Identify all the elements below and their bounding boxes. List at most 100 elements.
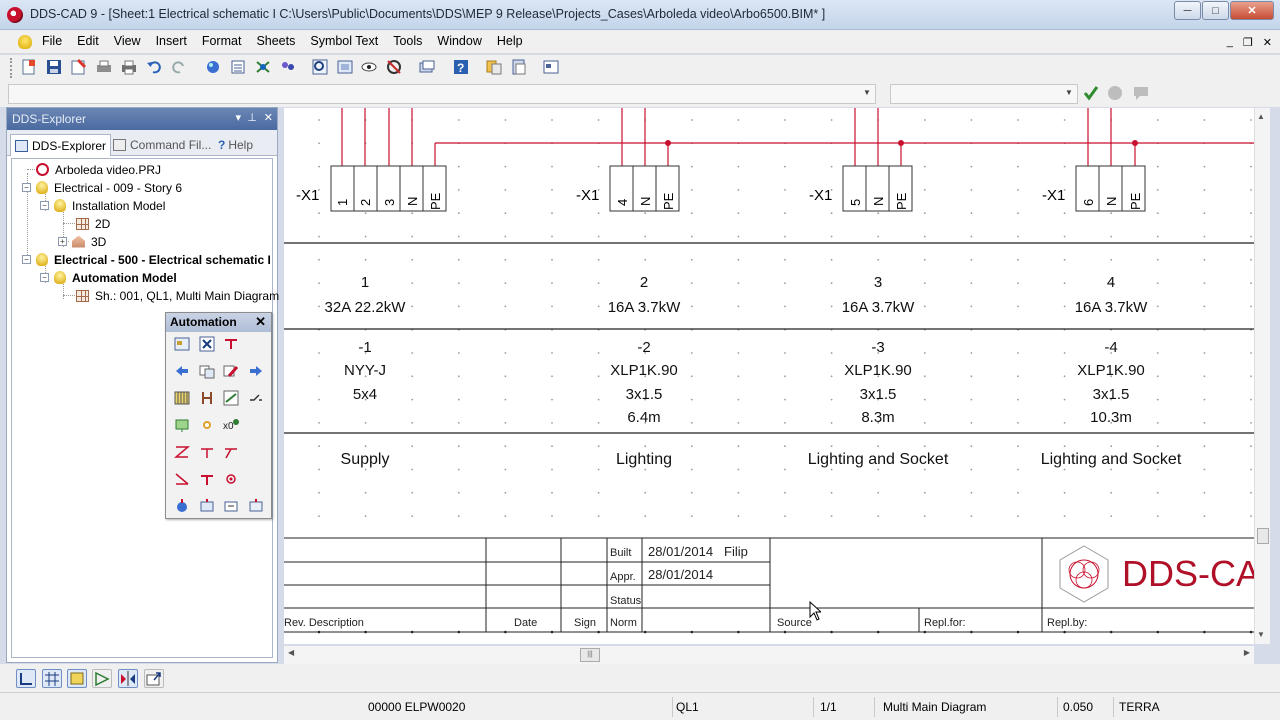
save-icon[interactable]	[45, 58, 63, 76]
close-button[interactable]: ✕	[1230, 1, 1274, 20]
collapse-icon[interactable]: −	[22, 183, 31, 192]
circuit-icon[interactable]	[223, 390, 239, 406]
layer-toggle-icon[interactable]	[67, 669, 87, 688]
scroll-up-icon[interactable]: ▲	[1257, 112, 1265, 121]
copy-icon[interactable]	[485, 58, 503, 76]
print-preview-icon[interactable]	[95, 58, 113, 76]
symbol-toggle-icon[interactable]	[92, 669, 112, 688]
doc-minimize-button[interactable]: _	[1227, 36, 1233, 49]
pin-icon[interactable]: ⊥	[247, 111, 257, 124]
tab-help[interactable]: ? Help	[214, 134, 257, 156]
layers-icon[interactable]	[418, 58, 436, 76]
component-blue-icon[interactable]	[174, 498, 190, 514]
ortho-icon[interactable]	[16, 669, 36, 688]
app-icon[interactable]	[7, 7, 23, 23]
mirror-icon[interactable]	[118, 669, 138, 688]
confirm-check-icon[interactable]	[1082, 84, 1100, 102]
print-icon[interactable]	[120, 58, 138, 76]
scroll-down-icon[interactable]: ▼	[1257, 630, 1265, 639]
panel-close-icon[interactable]: ✕	[264, 111, 273, 124]
tree-item-electrical-009[interactable]: − Electrical - 009 - Story 6	[22, 179, 182, 196]
scroll-right-icon[interactable]: ▶	[1244, 648, 1250, 657]
snap-icon[interactable]	[385, 58, 403, 76]
save-as-icon[interactable]	[69, 58, 87, 76]
grid-snap-icon[interactable]	[42, 669, 62, 688]
wire-branch-icon[interactable]	[223, 444, 239, 460]
zoom-window-icon[interactable]	[311, 58, 329, 76]
paste-icon[interactable]	[510, 58, 528, 76]
collapse-icon[interactable]: −	[40, 273, 49, 282]
wire-angle-icon[interactable]	[174, 444, 190, 460]
component-terminal-icon[interactable]	[248, 498, 264, 514]
stop-icon[interactable]	[1106, 84, 1124, 102]
junction-tee-icon[interactable]	[199, 471, 215, 487]
arrow-right-icon[interactable]	[248, 363, 264, 379]
collapse-icon[interactable]: −	[40, 201, 49, 210]
vertical-scroll-thumb[interactable]	[1257, 528, 1269, 544]
vertical-scrollbar[interactable]: ▲ ▼	[1254, 108, 1270, 644]
symbol-library-icon[interactable]	[174, 336, 190, 352]
minimize-button[interactable]: ─	[1174, 1, 1201, 20]
menu-help[interactable]: Help	[497, 34, 523, 48]
export-icon[interactable]	[144, 669, 164, 688]
maximize-button[interactable]: □	[1202, 1, 1229, 20]
settings-icon[interactable]	[199, 417, 215, 433]
menu-view[interactable]: View	[114, 34, 141, 48]
tree-item-project[interactable]: Arboleda video.PRJ	[36, 161, 161, 178]
horizontal-scroll-thumb[interactable]: |||	[580, 648, 600, 662]
help-context-icon[interactable]: ?	[452, 58, 470, 76]
delete-symbol-icon[interactable]	[199, 336, 215, 352]
object-filter-dropdown[interactable]: ▼	[8, 84, 876, 104]
expand-icon[interactable]: +	[58, 237, 67, 246]
tab-command-file[interactable]: Command Fil...	[109, 134, 215, 156]
connect-icon[interactable]	[223, 336, 239, 352]
redo-icon[interactable]	[170, 58, 188, 76]
toolbar-grip[interactable]	[10, 58, 13, 78]
doc-restore-button[interactable]: ❐	[1243, 36, 1253, 49]
zoom-all-icon[interactable]	[336, 58, 354, 76]
globe-icon[interactable]	[204, 58, 222, 76]
new-project-icon[interactable]	[20, 58, 38, 76]
automation-header[interactable]: Automation ✕	[166, 313, 271, 332]
terminal-block-icon[interactable]	[174, 390, 190, 406]
add-device-icon[interactable]	[174, 417, 190, 433]
copy-symbol-icon[interactable]	[199, 363, 215, 379]
doc-close-button[interactable]: ✕	[1263, 36, 1272, 49]
wire-cross-icon[interactable]	[174, 471, 190, 487]
network-icon[interactable]	[254, 58, 272, 76]
list-icon[interactable]	[229, 58, 247, 76]
menu-format[interactable]: Format	[202, 34, 242, 48]
automation-close-icon[interactable]: ✕	[255, 314, 266, 330]
component-box-icon[interactable]	[199, 498, 215, 514]
comment-icon[interactable]	[1132, 84, 1150, 102]
arrow-left-icon[interactable]	[174, 363, 190, 379]
menu-edit[interactable]: Edit	[77, 34, 99, 48]
cable-icon[interactable]	[199, 390, 215, 406]
horizontal-scrollbar[interactable]: ◀ ||| ▶	[284, 646, 1254, 664]
users-icon[interactable]	[279, 58, 297, 76]
tab-dds-explorer[interactable]: DDS-Explorer	[10, 134, 112, 156]
menu-window[interactable]: Window	[437, 34, 481, 48]
collapse-icon[interactable]: −	[22, 255, 31, 264]
tree-item-2d[interactable]: 2D	[76, 215, 110, 232]
x0-icon[interactable]: x0	[223, 417, 239, 433]
panel-menu-icon[interactable]: ▾	[235, 111, 241, 124]
tree-item-automation-model[interactable]: − Automation Model	[40, 269, 177, 286]
undo-icon[interactable]	[145, 58, 163, 76]
component-relay-icon[interactable]	[223, 498, 239, 514]
menu-insert[interactable]: Insert	[156, 34, 187, 48]
tree-item-3d[interactable]: +3D	[58, 233, 106, 250]
wire-tee-icon[interactable]	[199, 444, 215, 460]
edit-symbol-icon[interactable]	[223, 363, 239, 379]
tree-item-sheet-001[interactable]: Sh.: 001, QL1, Multi Main Diagram	[76, 287, 279, 304]
menu-symbol-text[interactable]: Symbol Text	[310, 34, 378, 48]
menu-tools[interactable]: Tools	[393, 34, 422, 48]
drawing-canvas[interactable]: -X1 1 2 3 N PE -X1 4 N PE -X1 5 N PE -X1…	[284, 108, 1270, 644]
junction-dot-icon[interactable]	[223, 471, 239, 487]
layer-dropdown[interactable]: ▼	[890, 84, 1078, 104]
menu-file[interactable]: File	[42, 34, 62, 48]
view-eye-icon[interactable]	[360, 58, 378, 76]
scroll-left-icon[interactable]: ◀	[288, 648, 294, 657]
switch-icon[interactable]	[248, 390, 264, 406]
tree-item-electrical-500[interactable]: − Electrical - 500 - Electrical schematic…	[22, 251, 271, 268]
